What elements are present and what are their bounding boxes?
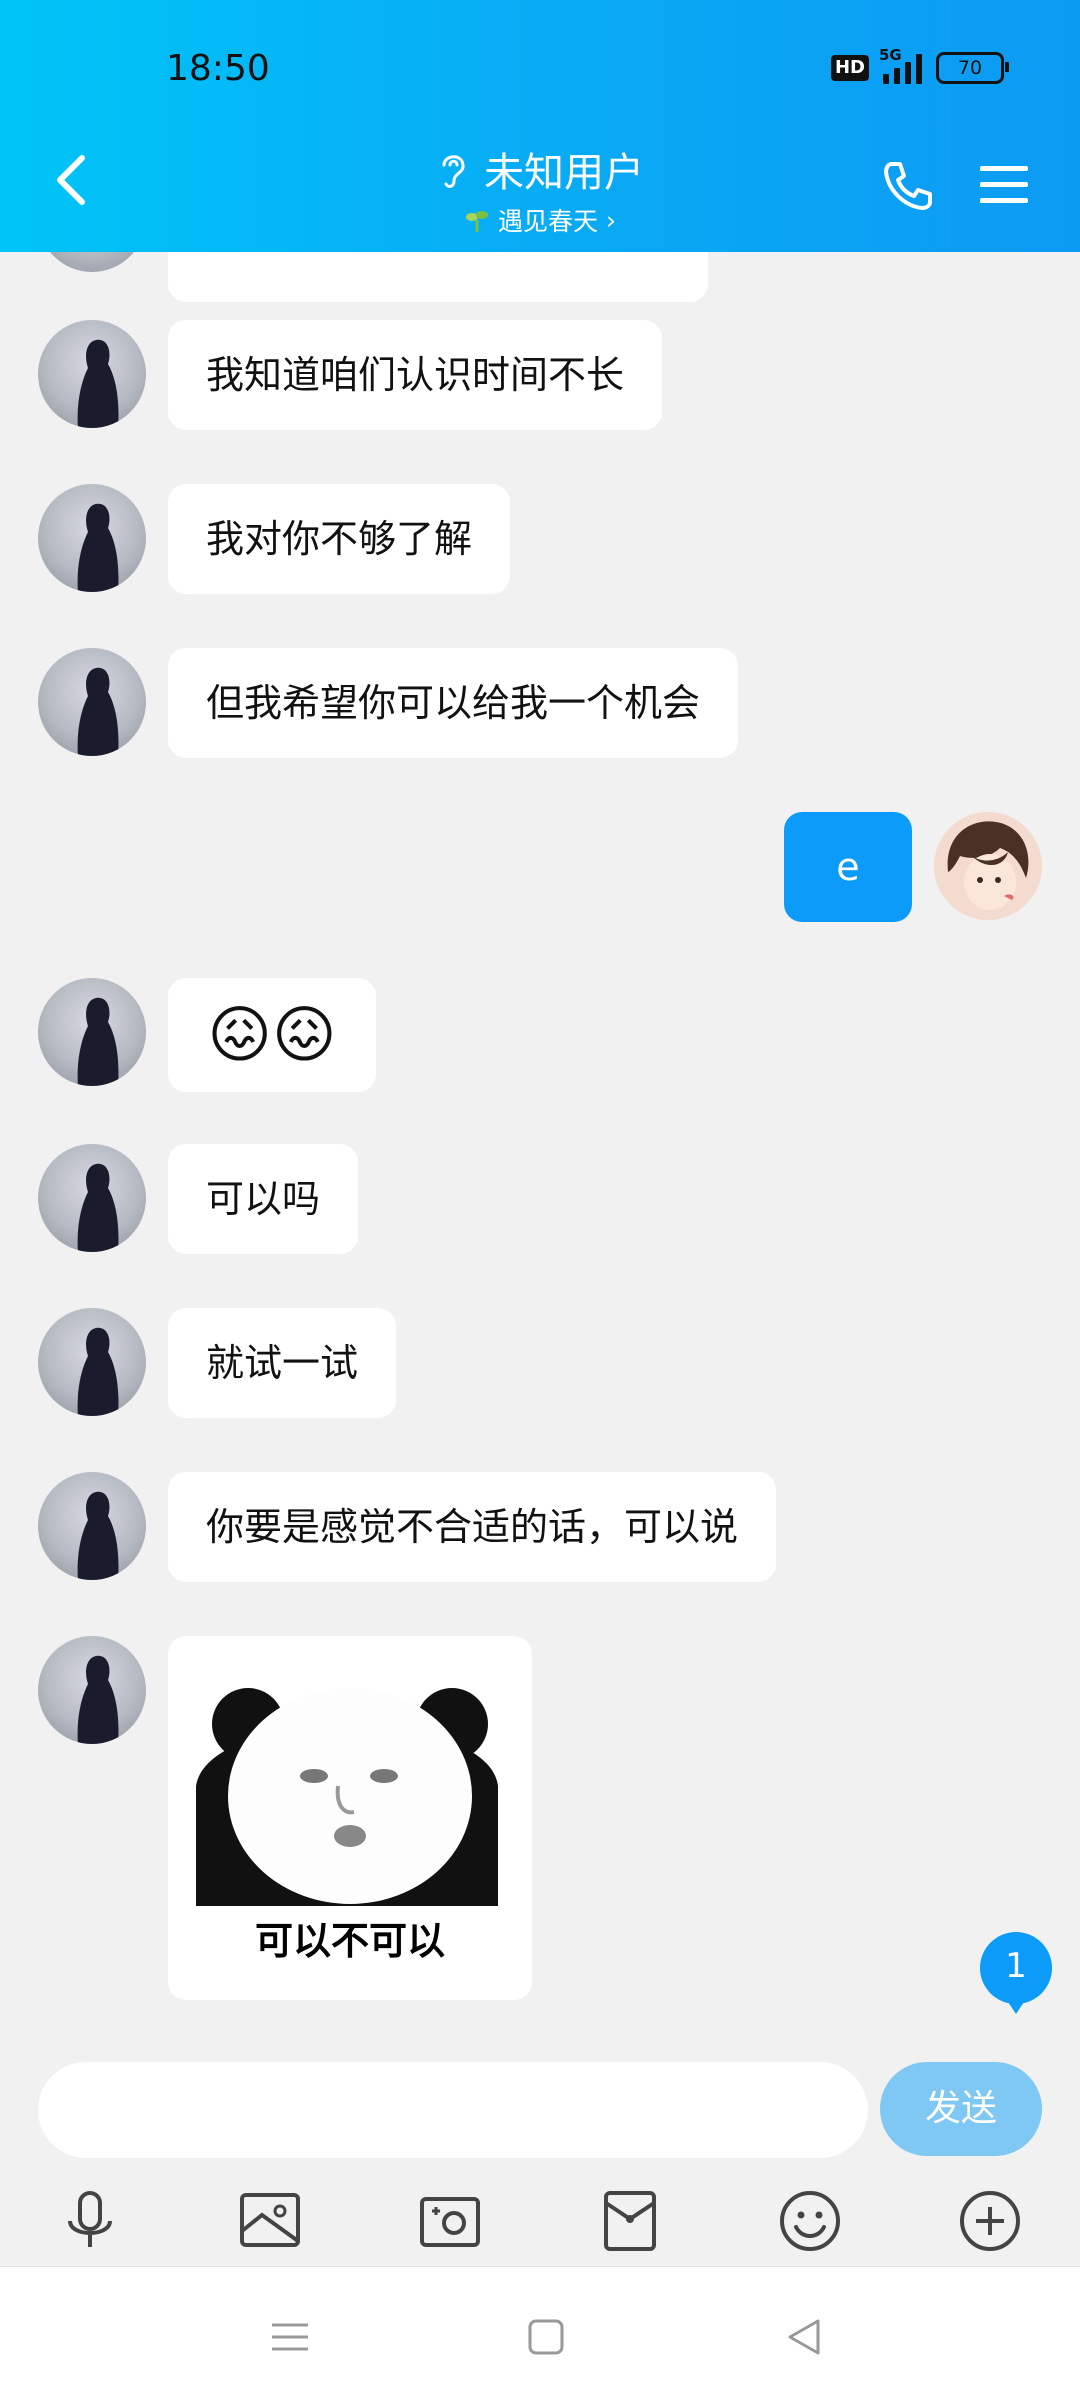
- message-bubble[interactable]: 就试一试: [168, 1308, 397, 1418]
- message-bubble-mine[interactable]: e: [784, 812, 912, 922]
- avatar-self[interactable]: [934, 812, 1042, 920]
- plus-icon[interactable]: [954, 2185, 1026, 2257]
- phone-icon[interactable]: [880, 158, 936, 214]
- chat-subtitle[interactable]: 遇见春天 ›: [400, 202, 680, 238]
- avatar[interactable]: [38, 978, 146, 1086]
- chat-header: 18:50 HD 5G 70 未知用户 遇见春天 ›: [0, 0, 1080, 252]
- avatar[interactable]: [38, 648, 146, 756]
- composer: 发送: [0, 2040, 1080, 2270]
- avatar[interactable]: [38, 320, 146, 428]
- menu-icon[interactable]: [268, 2315, 312, 2359]
- avatar[interactable]: [38, 1636, 146, 1744]
- back-triangle-icon[interactable]: [782, 2315, 826, 2359]
- avatar[interactable]: [38, 1144, 146, 1252]
- message-list[interactable]: 我知道咱们认识时间不长 我对你不够了解 但我希望你可以给我一个机会 e 😖😖 可…: [0, 252, 1080, 2042]
- chevron-right-icon: ›: [606, 205, 616, 235]
- avatar[interactable]: [38, 484, 146, 592]
- chat-title: 未知用户: [484, 150, 644, 196]
- hd-badge: HD: [830, 55, 869, 81]
- microphone-icon[interactable]: [54, 2185, 126, 2257]
- avatar[interactable]: [38, 252, 146, 272]
- sprout-icon: [465, 211, 488, 232]
- message-bubble-partial: [168, 252, 708, 302]
- system-navigation-bar: [0, 2266, 1080, 2401]
- message-input[interactable]: [38, 2062, 868, 2158]
- message-bubble-emoji[interactable]: 😖😖: [168, 978, 376, 1092]
- avatar[interactable]: [38, 1472, 146, 1580]
- avatar[interactable]: [38, 1308, 146, 1416]
- message-sticker[interactable]: 可以不可以: [168, 1636, 532, 2000]
- image-icon[interactable]: [234, 2185, 306, 2257]
- home-square-icon[interactable]: [524, 2315, 568, 2359]
- status-icons: HD 5G 70: [830, 46, 1009, 84]
- menu-icon[interactable]: [978, 162, 1030, 208]
- signal-icon: 5G: [879, 46, 922, 84]
- camera-icon[interactable]: [414, 2185, 486, 2257]
- unread-count-badge[interactable]: 1: [980, 1932, 1052, 2014]
- message-bubble[interactable]: 我知道咱们认识时间不长: [168, 320, 663, 430]
- emoji-icon[interactable]: [774, 2185, 846, 2257]
- red-packet-icon[interactable]: [594, 2185, 666, 2257]
- send-button[interactable]: 发送: [880, 2062, 1042, 2156]
- battery-level: 70: [957, 57, 983, 79]
- battery-icon: 70: [936, 52, 1009, 84]
- subtitle-text: 遇见春天: [497, 207, 598, 236]
- composer-toolbar: [0, 2185, 1080, 2271]
- back-arrow-icon[interactable]: [52, 150, 92, 210]
- message-bubble[interactable]: 我对你不够了解: [168, 484, 511, 594]
- emoji-sad: 😖😖: [207, 998, 337, 1071]
- ear-icon: [442, 155, 465, 188]
- status-time: 18:50: [166, 48, 270, 89]
- sticker-caption: 可以不可以: [254, 1919, 445, 1963]
- network-type: 5G: [879, 46, 902, 64]
- chat-title-area[interactable]: 未知用户 遇见春天 ›: [400, 140, 680, 238]
- message-bubble[interactable]: 但我希望你可以给我一个机会: [168, 648, 739, 758]
- message-bubble[interactable]: 可以吗: [168, 1144, 359, 1254]
- message-bubble[interactable]: 你要是感觉不合适的话，可以说: [168, 1472, 777, 1582]
